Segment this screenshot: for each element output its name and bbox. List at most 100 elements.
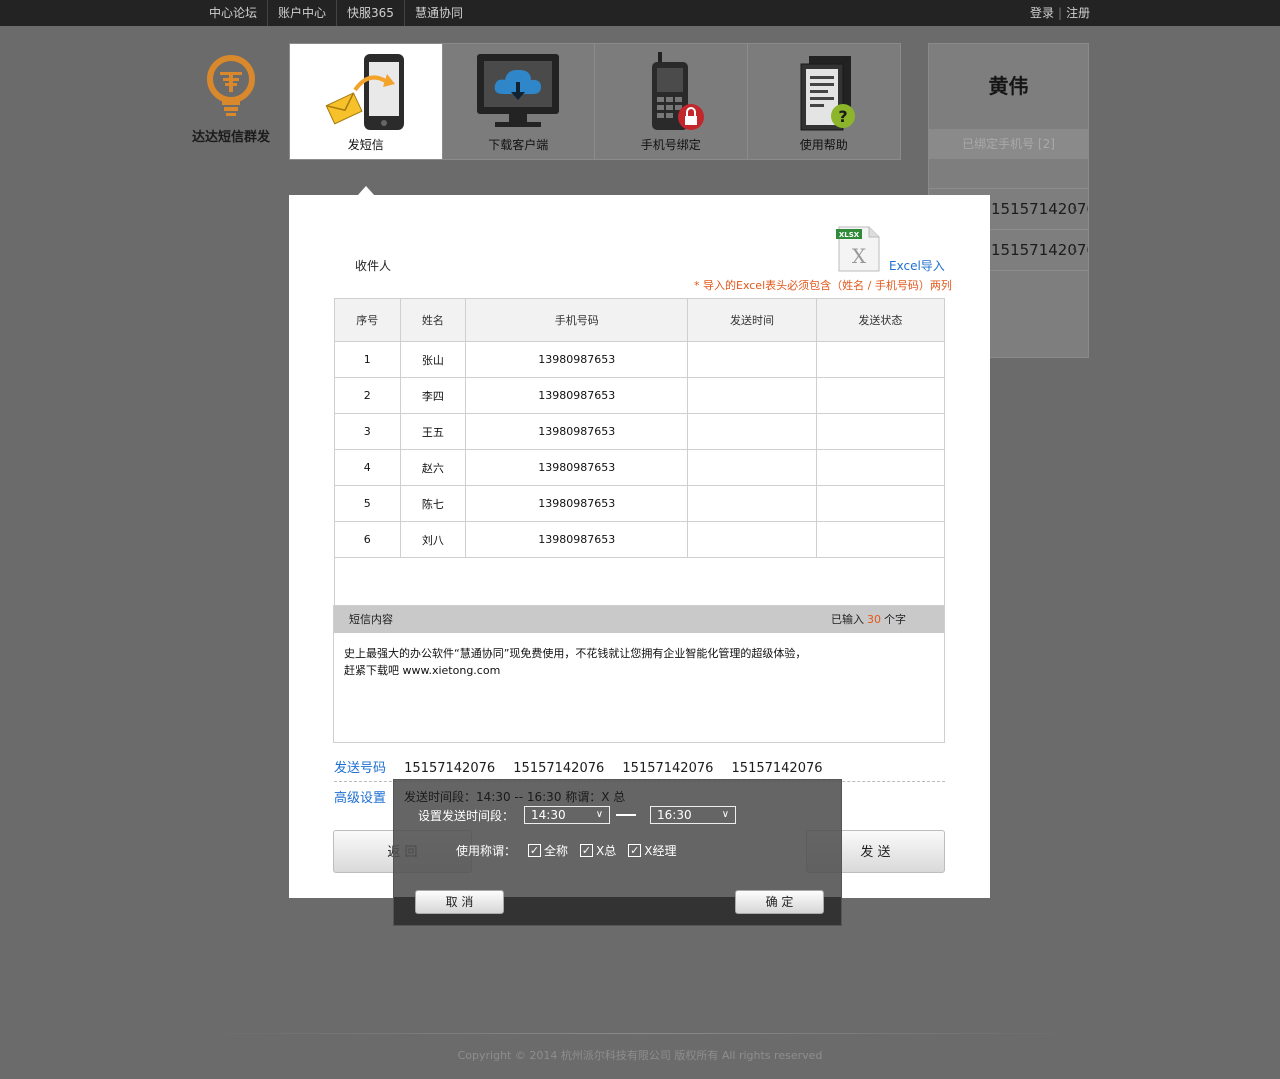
time-from-select[interactable]: 14:30 ∨ [524, 806, 611, 824]
table-row[interactable]: 6 刘八 13980987653 [334, 521, 946, 558]
send-number-value: 15157142076 [404, 761, 496, 776]
advanced-settings-popup: 发送时间段：14:30 -- 16:30 称谓：X 总 设置发送时间段： 14:… [393, 779, 842, 926]
time-to-value: 16:30 [657, 808, 692, 822]
cell-phone: 13980987653 [465, 521, 689, 558]
time-to-select[interactable]: 16:30 ∨ [650, 806, 737, 824]
nav-link-kuaifu[interactable]: 快服365 [337, 0, 405, 26]
nav-link-account[interactable]: 账户中心 [268, 0, 338, 26]
send-number-value: 15157142076 [513, 761, 605, 776]
top-nav: 中心论坛 账户中心 快服365 慧通协同 [199, 0, 473, 26]
auth-separator: | [1058, 6, 1063, 20]
send-number-label: 发送号码 [334, 761, 387, 776]
cell-send-status [815, 449, 946, 486]
sms-text-line: 史上最强大的办公软件“慧通协同”现免费使用，不花钱就让您拥有企业智能化管理的超级… [344, 647, 807, 660]
popup-ok-button[interactable]: 确 定 [735, 890, 824, 914]
table-row[interactable]: 4 赵六 13980987653 [334, 449, 946, 486]
tab-help[interactable]: ? 使用帮助 [748, 44, 901, 159]
table-empty-row [334, 557, 945, 607]
cell-index: 1 [334, 341, 401, 378]
cell-index: 4 [334, 449, 401, 486]
cell-phone: 13980987653 [465, 377, 689, 414]
cell-send-time [687, 521, 817, 558]
auth-links: 登录 | 注册 [1030, 0, 1090, 26]
cell-send-time [687, 413, 817, 450]
send-number-value: 15157142076 [731, 761, 823, 776]
tab-label: 手机号绑定 [640, 138, 701, 152]
sms-textarea[interactable]: 史上最强大的办公软件“慧通协同”现免费使用，不花钱就让您拥有企业智能化管理的超级… [334, 633, 944, 691]
send-number-value: 15157142076 [622, 761, 714, 776]
chevron-right-icon: › [1071, 200, 1078, 219]
cell-index: 3 [334, 413, 401, 450]
tab-label: 使用帮助 [799, 138, 848, 152]
nav-link-forum[interactable]: 中心论坛 [199, 0, 269, 26]
bulb-logo-icon [207, 55, 255, 116]
checkmark-icon: ✓ [580, 844, 594, 857]
checkbox-label: X经理 [644, 844, 677, 858]
col-header-send-time: 发送时间 [687, 298, 817, 342]
checkbox-full-name[interactable]: ✓ 全称 [528, 842, 568, 859]
recipient-table: 序号 姓名 手机号码 发送时间 发送状态 1 张山 13980987653 2 … [334, 298, 946, 607]
table-header-row: 序号 姓名 手机号码 发送时间 发送状态 [334, 298, 946, 342]
popup-cancel-button[interactable]: 取 消 [415, 890, 504, 914]
bound-phones-header: 已绑定手机号 [2] [929, 129, 1088, 159]
range-dash [616, 814, 637, 816]
sms-text-line: 赶紧下载吧 www.xietong.com [344, 664, 501, 677]
char-count-value: 30 [867, 613, 881, 626]
cell-name: 刘八 [399, 521, 467, 558]
excel-import-link[interactable]: Excel导入 [889, 257, 945, 274]
cell-send-time [687, 449, 817, 486]
cell-send-status [815, 341, 946, 378]
tab-send-sms[interactable]: 发短信 [290, 44, 443, 159]
tab-download-client[interactable]: 下载客户端 [443, 44, 595, 159]
col-header-index: 序号 [334, 298, 401, 342]
cell-name: 王五 [399, 413, 467, 450]
checkmark-icon: ✓ [528, 844, 542, 857]
cell-send-status [815, 377, 946, 414]
cell-send-time [687, 485, 817, 522]
bound-list-spacer [929, 159, 1088, 189]
checkbox-label: X总 [596, 844, 617, 858]
nav-link-huitong[interactable]: 慧通协同 [405, 0, 473, 26]
logo[interactable]: 达达短信群发 [186, 52, 276, 145]
advanced-settings-link[interactable]: 高级设置 [334, 787, 386, 806]
cell-send-time [687, 341, 817, 378]
time-range-label: 设置发送时间段： [418, 808, 515, 823]
table-row[interactable]: 3 王五 13980987653 [334, 413, 946, 450]
cell-index: 5 [334, 485, 401, 522]
tab-label: 下载客户端 [488, 138, 549, 152]
cell-phone: 13980987653 [465, 449, 689, 486]
cell-send-status [815, 485, 946, 522]
cell-name: 张山 [399, 341, 467, 378]
login-link[interactable]: 登录 [1030, 6, 1054, 20]
sms-content-header: 短信内容 已输入 30 个字 [334, 606, 944, 633]
logo-name: 达达短信群发 [191, 130, 270, 145]
xlsx-file-icon[interactable]: XLSX X [835, 225, 883, 273]
cell-index: 6 [334, 521, 401, 558]
empty-cell [334, 557, 945, 607]
cell-send-status [815, 521, 946, 558]
title-options-row: 使用称谓： ✓ 全称 ✓ X总 ✓ X经理 [456, 842, 677, 859]
svg-text:X: X [852, 244, 867, 268]
cell-name: 陈七 [399, 485, 467, 522]
checkmark-icon: ✓ [628, 844, 642, 857]
checkbox-x-manager[interactable]: ✓ X经理 [628, 842, 677, 859]
user-name: 黄伟 [988, 74, 1029, 98]
phone-lock-icon [651, 52, 704, 130]
table-row[interactable]: 1 张山 13980987653 [334, 341, 946, 378]
register-link[interactable]: 注册 [1066, 6, 1090, 20]
table-row[interactable]: 2 李四 13980987653 [334, 377, 946, 414]
phone-mail-icon [325, 54, 404, 130]
cell-name: 李四 [399, 377, 467, 414]
document-help-icon: ? [800, 56, 855, 131]
col-header-name: 姓名 [399, 298, 467, 342]
table-row[interactable]: 5 陈七 13980987653 [334, 485, 946, 522]
sms-content-box[interactable]: 短信内容 已输入 30 个字 史上最强大的办公软件“慧通协同”现免费使用，不花钱就让… [333, 605, 945, 743]
checkbox-x-zong[interactable]: ✓ X总 [580, 842, 616, 859]
tab-label: 发短信 [347, 138, 384, 152]
char-count-prefix: 已输入 [831, 613, 864, 626]
checkbox-label: 全称 [544, 844, 569, 858]
sms-char-count: 已输入 30 个字 [831, 606, 906, 633]
tool-tabs: 发短信 下载客户端 手机号绑定 ? 使用帮助 [289, 43, 901, 160]
tab-bind-phone[interactable]: 手机号绑定 [595, 44, 748, 159]
cell-phone: 13980987653 [465, 485, 689, 522]
